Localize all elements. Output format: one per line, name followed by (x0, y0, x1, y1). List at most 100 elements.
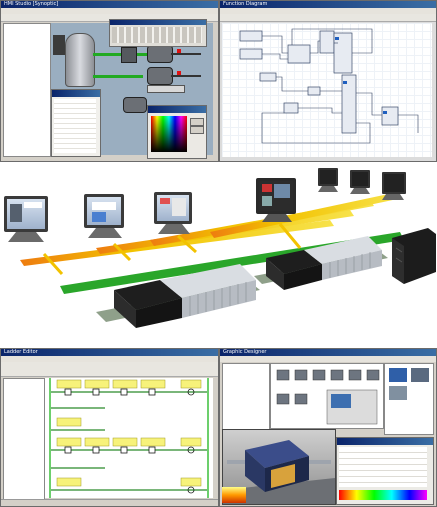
operator-monitor (4, 196, 48, 242)
preview-image (331, 394, 351, 408)
ladder-canvas[interactable] (45, 378, 213, 498)
valve-icon (121, 47, 137, 63)
scada-screenshot: HMI Studio [Synoptic] (0, 0, 219, 162)
rung-label-box (180, 437, 202, 447)
designer-object-tree[interactable] (222, 363, 270, 431)
ladder-window: Ladder Editor (0, 348, 219, 507)
diagram-canvas[interactable] (222, 23, 432, 157)
properties-list[interactable] (54, 99, 96, 153)
ladder-screenshot: Ladder Editor (0, 348, 219, 507)
diagram-window: Function Diagram (219, 0, 437, 162)
rung-label-box (56, 437, 82, 447)
designer-screenshot: Graphic Designer (219, 348, 437, 507)
pipe-green-icon (93, 75, 143, 78)
contact-icon (148, 446, 156, 454)
tank-icon (65, 33, 95, 87)
symbol-icon (276, 369, 290, 381)
scada-window: HMI Studio [Synoptic] (0, 0, 219, 162)
side-thumbnail (389, 368, 407, 382)
properties-dialog[interactable] (51, 89, 101, 157)
network-illustration (0, 162, 437, 348)
ladder-statusbar (1, 499, 218, 506)
color-spectrum[interactable] (151, 116, 187, 152)
pc-monitor (350, 170, 370, 194)
pc-monitor (318, 168, 338, 192)
function-block (239, 30, 263, 42)
pipe-dark-icon (171, 75, 201, 77)
network-rail-yellow (210, 192, 402, 238)
diagram-toolbar[interactable] (220, 14, 436, 22)
connection-line (262, 35, 288, 54)
symbol-grid (276, 369, 380, 425)
plc-rack (254, 236, 388, 290)
designer-side-panel[interactable] (384, 363, 434, 435)
contact-icon (148, 388, 156, 396)
contact-icon (92, 388, 100, 396)
connection-line (398, 114, 419, 133)
function-block (283, 102, 299, 114)
rung-label-box (140, 379, 166, 389)
blue-connector-icon (335, 37, 339, 40)
contact-icon (120, 388, 128, 396)
connection-line (356, 92, 382, 116)
connection-line (262, 53, 288, 60)
designer-menubar (220, 356, 436, 362)
operator-monitor (84, 194, 124, 238)
toolbox-title (110, 20, 206, 25)
rung-label-box (140, 437, 166, 447)
toolbox-panel[interactable] (109, 19, 207, 47)
diagram-title: Function Diagram (220, 1, 436, 8)
ladder-title: Ladder Editor (1, 349, 218, 356)
operator-monitor (154, 192, 192, 234)
rung-label-box (180, 477, 202, 487)
symbol-icon (294, 369, 308, 381)
contact-icon (64, 388, 72, 396)
designer-window: Graphic Designer (219, 348, 437, 507)
red-indicator-icon (177, 71, 181, 75)
ladder-diagram (49, 378, 209, 498)
properties-rows[interactable] (339, 447, 427, 487)
side-thumbnail (389, 386, 407, 400)
symbol-icon (348, 369, 362, 381)
rung-label-box (56, 477, 82, 487)
pipe-dark-icon (171, 53, 201, 55)
designer-symbol-library[interactable] (270, 363, 384, 429)
diagram-screenshot: Function Diagram (219, 0, 437, 162)
connection-line (276, 76, 308, 92)
ladder-rail-left (49, 378, 51, 498)
server-rack (392, 228, 436, 284)
symbol-icon (366, 369, 380, 381)
cancel-button[interactable] (190, 126, 204, 134)
red-indicator-icon (177, 49, 181, 53)
network-diagram (4, 168, 436, 328)
scada-project-tree[interactable] (3, 23, 51, 157)
properties-window[interactable] (336, 437, 434, 505)
color-swatch-panel[interactable] (222, 487, 246, 503)
rung-label-box (112, 437, 138, 447)
ok-button[interactable] (190, 118, 204, 126)
blue-connector-icon (383, 111, 387, 114)
ladder-toolbar[interactable] (1, 362, 218, 377)
properties-title (52, 90, 100, 97)
symbol-icon (276, 393, 290, 405)
toolbox-grid[interactable] (112, 27, 202, 43)
color-picker-dialog[interactable] (147, 105, 207, 159)
pump-icon (147, 45, 173, 63)
function-block (259, 72, 277, 82)
function-block (319, 30, 335, 54)
ladder-rail-right (207, 378, 209, 498)
rung-label-box (84, 437, 110, 447)
symbol-icon (312, 369, 326, 381)
contact-icon (64, 446, 72, 454)
symbol-icon (294, 393, 308, 405)
function-block (307, 86, 321, 96)
ladder-project-tree[interactable] (3, 378, 45, 500)
product-collage: HMI Studio [Synoptic] Function Diagram L… (0, 0, 437, 507)
label-box (147, 85, 185, 93)
tank-number-label (53, 35, 65, 55)
pc-monitor (382, 172, 406, 200)
palette-strip[interactable] (339, 490, 427, 500)
function-block (287, 44, 311, 64)
machine-pipe (227, 460, 245, 464)
rung-label-box (84, 379, 110, 389)
